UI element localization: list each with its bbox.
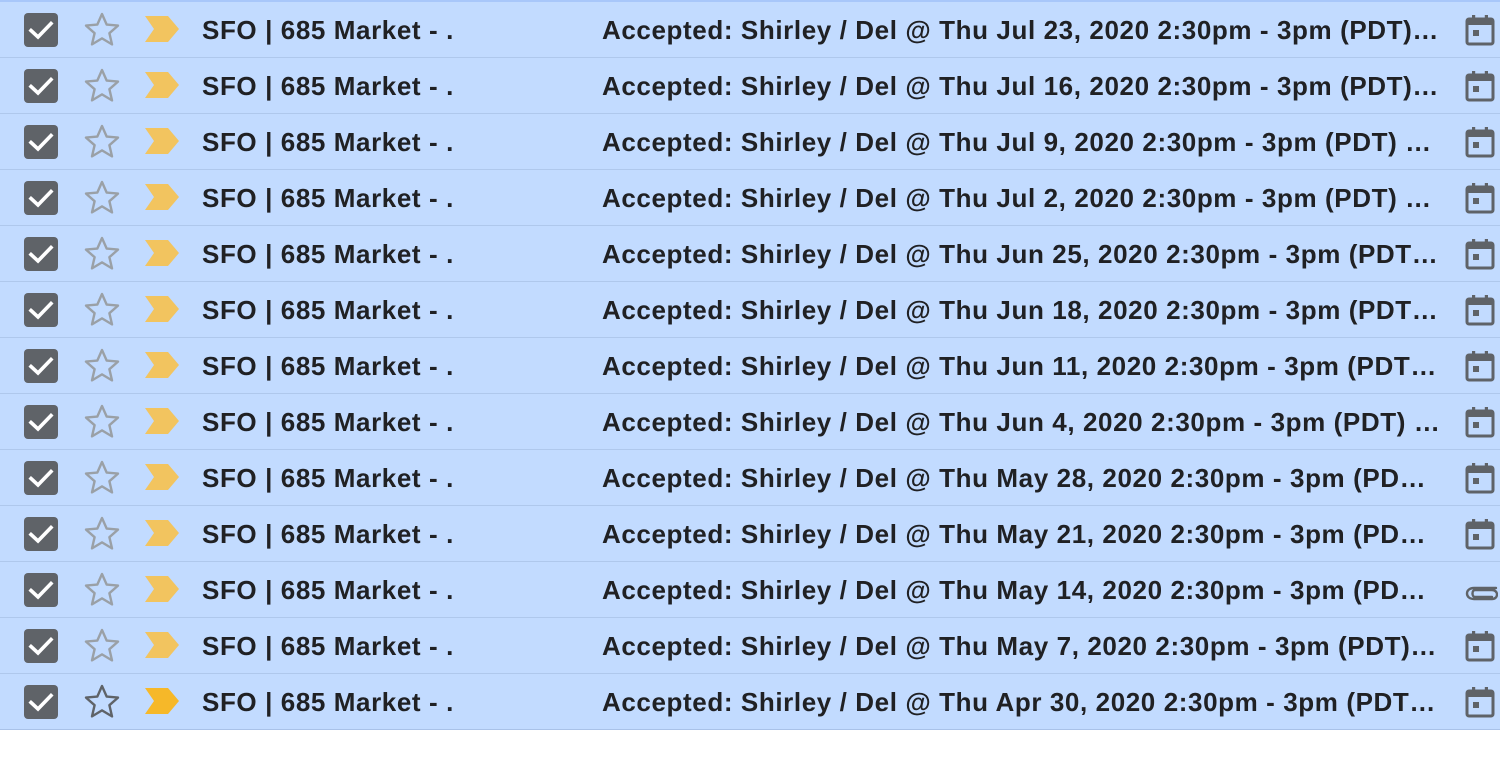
email-row[interactable]: SFO | 685 Market - . Accepted: Shirley / … — [0, 338, 1500, 394]
calendar-icon[interactable] — [1462, 404, 1498, 440]
email-subject: Accepted: Shirley / Del @ Thu May 14, 20… — [602, 575, 1440, 605]
select-checkbox[interactable] — [24, 517, 58, 551]
email-row[interactable]: SFO | 685 Market - . Accepted: Shirley / … — [0, 2, 1500, 58]
email-subject: Accepted: Shirley / Del @ Thu Jul 9, 202… — [602, 127, 1440, 157]
email-sender: SFO | 685 Market - . — [202, 127, 454, 157]
select-checkbox[interactable] — [24, 461, 58, 495]
email-subject: Accepted: Shirley / Del @ Thu Jun 25, 20… — [602, 239, 1440, 269]
email-sender: SFO | 685 Market - . — [202, 463, 454, 493]
email-row[interactable]: SFO | 685 Market - . Accepted: Shirley / … — [0, 674, 1500, 730]
select-checkbox[interactable] — [24, 237, 58, 271]
email-sender: SFO | 685 Market - . — [202, 15, 454, 45]
select-checkbox[interactable] — [24, 125, 58, 159]
email-sender: SFO | 685 Market - . — [202, 407, 454, 437]
importance-marker-icon[interactable] — [144, 407, 180, 435]
email-row[interactable]: SFO | 685 Market - . Accepted: Shirley / … — [0, 226, 1500, 282]
email-subject: Accepted: Shirley / Del @ Thu Jun 11, 20… — [602, 351, 1440, 381]
email-sender: SFO | 685 Market - . — [202, 295, 454, 325]
email-subject: Accepted: Shirley / Del @ Thu Jun 18, 20… — [602, 295, 1440, 325]
star-icon[interactable] — [82, 682, 122, 722]
email-sender: SFO | 685 Market - . — [202, 687, 454, 717]
email-row[interactable]: SFO | 685 Market - . Accepted: Shirley / … — [0, 114, 1500, 170]
select-checkbox[interactable] — [24, 349, 58, 383]
email-sender: SFO | 685 Market - . — [202, 183, 454, 213]
select-checkbox[interactable] — [24, 13, 58, 47]
email-row[interactable]: SFO | 685 Market - . Accepted: Shirley / … — [0, 506, 1500, 562]
calendar-icon[interactable] — [1462, 628, 1498, 664]
importance-marker-icon[interactable] — [144, 295, 180, 323]
star-icon[interactable] — [82, 66, 122, 106]
calendar-icon[interactable] — [1462, 12, 1498, 48]
email-sender: SFO | 685 Market - . — [202, 71, 454, 101]
email-sender: SFO | 685 Market - . — [202, 239, 454, 269]
calendar-icon[interactable] — [1462, 236, 1498, 272]
select-checkbox[interactable] — [24, 573, 58, 607]
importance-marker-icon[interactable] — [144, 71, 180, 99]
email-row[interactable]: SFO | 685 Market - . Accepted: Shirley / … — [0, 394, 1500, 450]
select-checkbox[interactable] — [24, 685, 58, 719]
calendar-icon[interactable] — [1462, 180, 1498, 216]
importance-marker-icon[interactable] — [144, 127, 180, 155]
star-icon[interactable] — [82, 626, 122, 666]
importance-marker-icon[interactable] — [144, 15, 180, 43]
calendar-icon[interactable] — [1462, 348, 1498, 384]
calendar-icon[interactable] — [1462, 516, 1498, 552]
star-icon[interactable] — [82, 234, 122, 274]
select-checkbox[interactable] — [24, 293, 58, 327]
email-sender: SFO | 685 Market - . — [202, 631, 454, 661]
email-row[interactable]: SFO | 685 Market - . Accepted: Shirley / … — [0, 450, 1500, 506]
email-row[interactable]: SFO | 685 Market - . Accepted: Shirley / … — [0, 618, 1500, 674]
email-subject: Accepted: Shirley / Del @ Thu May 28, 20… — [602, 463, 1440, 493]
star-icon[interactable] — [82, 458, 122, 498]
email-list: SFO | 685 Market - . Accepted: Shirley / … — [0, 0, 1500, 730]
email-row[interactable]: SFO | 685 Market - . Accepted: Shirley / … — [0, 170, 1500, 226]
email-subject: Accepted: Shirley / Del @ Thu Apr 30, 20… — [602, 687, 1440, 717]
email-sender: SFO | 685 Market - . — [202, 351, 454, 381]
importance-marker-icon[interactable] — [144, 631, 180, 659]
star-icon[interactable] — [82, 10, 122, 50]
star-icon[interactable] — [82, 514, 122, 554]
select-checkbox[interactable] — [24, 69, 58, 103]
star-icon[interactable] — [82, 570, 122, 610]
star-icon[interactable] — [82, 122, 122, 162]
importance-marker-icon[interactable] — [144, 463, 180, 491]
email-subject: Accepted: Shirley / Del @ Thu May 21, 20… — [602, 519, 1440, 549]
star-icon[interactable] — [82, 290, 122, 330]
paperclip-icon[interactable] — [1462, 572, 1499, 608]
calendar-icon[interactable] — [1462, 460, 1498, 496]
email-subject: Accepted: Shirley / Del @ Thu Jun 4, 202… — [602, 407, 1440, 437]
star-icon[interactable] — [82, 346, 122, 386]
importance-marker-icon[interactable] — [144, 519, 180, 547]
select-checkbox[interactable] — [24, 629, 58, 663]
importance-marker-icon[interactable] — [144, 575, 180, 603]
email-row[interactable]: SFO | 685 Market - . Accepted: Shirley / … — [0, 562, 1500, 618]
select-checkbox[interactable] — [24, 181, 58, 215]
importance-marker-icon[interactable] — [144, 239, 180, 267]
select-checkbox[interactable] — [24, 405, 58, 439]
email-sender: SFO | 685 Market - . — [202, 575, 454, 605]
email-subject: Accepted: Shirley / Del @ Thu Jul 23, 20… — [602, 15, 1440, 45]
email-sender: SFO | 685 Market - . — [202, 519, 454, 549]
email-row[interactable]: SFO | 685 Market - . Accepted: Shirley / … — [0, 58, 1500, 114]
importance-marker-icon[interactable] — [144, 351, 180, 379]
star-icon[interactable] — [82, 178, 122, 218]
calendar-icon[interactable] — [1462, 292, 1498, 328]
email-subject: Accepted: Shirley / Del @ Thu Jul 2, 202… — [602, 183, 1440, 213]
calendar-icon[interactable] — [1462, 684, 1498, 720]
importance-marker-icon[interactable] — [144, 183, 180, 211]
calendar-icon[interactable] — [1462, 124, 1498, 160]
star-icon[interactable] — [82, 402, 122, 442]
email-subject: Accepted: Shirley / Del @ Thu Jul 16, 20… — [602, 71, 1440, 101]
importance-marker-icon[interactable] — [144, 687, 180, 715]
email-subject: Accepted: Shirley / Del @ Thu May 7, 202… — [602, 631, 1440, 661]
email-row[interactable]: SFO | 685 Market - . Accepted: Shirley / … — [0, 282, 1500, 338]
calendar-icon[interactable] — [1462, 68, 1498, 104]
